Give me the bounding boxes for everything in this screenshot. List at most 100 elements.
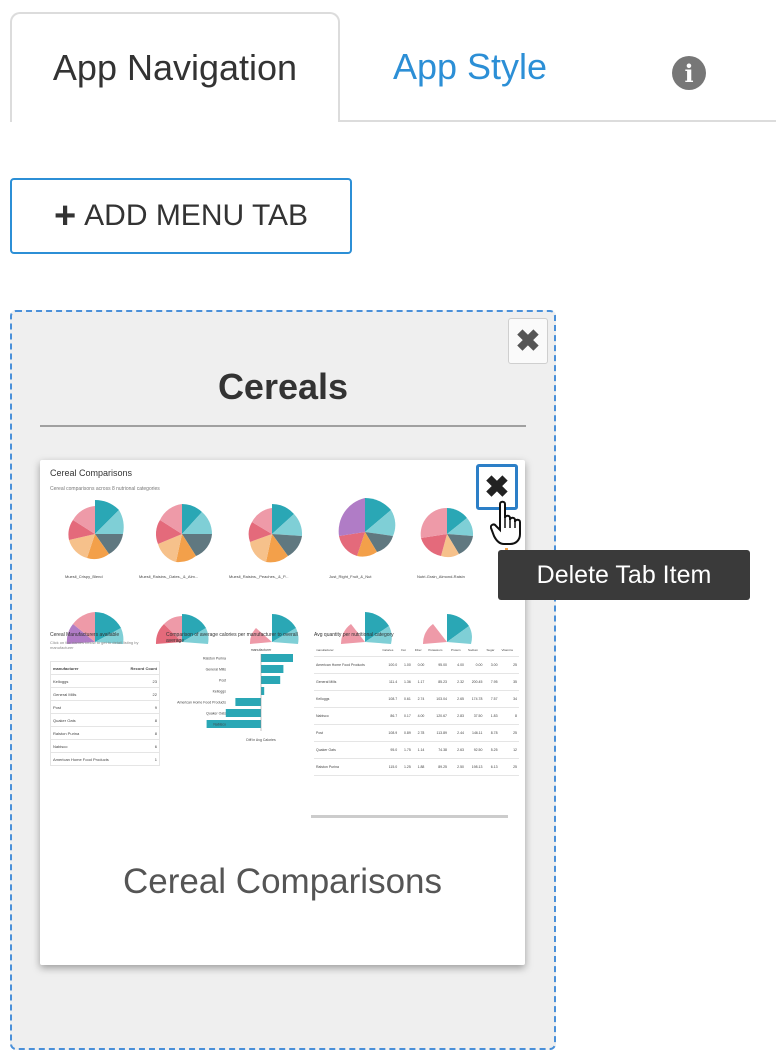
tab-app-navigation[interactable]: App Navigation [10,12,340,122]
table-cell: 6.13 [484,758,500,776]
table-cell: 2.65 [449,690,466,708]
table-row[interactable]: Post 9 [50,700,160,714]
avg-nutrition-table: manufacturer Calories Fat Fiber Potassium Pro… [314,644,519,776]
bar-label: Kelloggs [213,690,227,694]
table-row: Post 108.9 0.89 2.78 113.89 2.44 146.11 8.78 25 [314,724,519,742]
table-header-cell: manufacturer [314,644,381,657]
table-cell: 146.11 [465,724,485,742]
table-row: American Home Food Products 100.0 1.00 0.00… [314,656,519,674]
table-cell: 8 [122,726,160,740]
table-cell: 174.78 [465,690,485,708]
table-cell: Kelloggs [50,674,123,688]
rose-label: Nutri-Grain_Almond-Raisin [417,574,465,579]
comparison-title: Comparison of average calories per manuf… [166,632,298,644]
table-cell: 8 [499,707,519,725]
manufacturers-title: Cereal Manufacturers available [50,632,120,638]
table-cell: 12 [499,741,519,759]
table-cell: 25 [499,724,519,742]
table-cell: 1.00 [399,656,413,674]
table-header-row: manufacturer Record Count [50,661,160,675]
table-cell: 1.83 [484,707,500,725]
rose-label: Just_Right_Fruit_&_Nut [329,574,372,579]
table-cell: Nabisco [314,707,381,725]
table-cell: 25 [499,758,519,776]
table-row[interactable]: American Home Food Products 1 [50,752,160,766]
table-cell: 22 [122,687,160,701]
bar-label: Nabisco [213,723,226,727]
delete-menu-tab-button[interactable]: ✖ [508,318,548,364]
tab-item-caption[interactable]: Cereal Comparisons [40,862,525,902]
menu-tab-title[interactable]: Cereals [40,366,526,408]
bar-label: Post [219,679,226,683]
rose-chart [248,504,303,563]
table-row[interactable]: Ralston Purina 8 [50,726,160,740]
table-cell: 1.17 [412,673,427,691]
thumbnail-subtitle: Cereal comparisons across 8 nutrional ca… [50,486,160,492]
table-cell: 2.44 [449,724,466,742]
table-header-cell: Record Count [122,661,160,675]
table-cell: 0.00 [412,656,427,674]
thumbnail-scrollbar [311,815,508,818]
table-header-cell: Sodium [465,644,485,657]
tab-app-style[interactable]: App Style [345,12,595,122]
table-cell: 3.00 [484,656,500,674]
table-cell: 23 [122,674,160,688]
table-cell: 198.13 [465,758,485,776]
table-cell: Post [50,700,123,714]
table-row: Nabisco 86.7 0.17 4.00 120.67 2.83 37.50 1.83 8 [314,707,519,725]
table-cell: 0.89 [399,724,413,742]
rose-chart [68,500,124,560]
table-cell: American Home Food Products [50,752,123,766]
table-row[interactable]: General Mills 22 [50,687,160,701]
add-menu-tab-label: ADD MENU TAB [84,199,309,232]
table-header-cell: Sugar [484,644,500,657]
table-cell: Ralston Purina [50,726,123,740]
table-row: Kelloggs 108.7 0.61 2.74 103.04 2.65 174.78 7.5… [314,690,519,708]
table-cell: 5.25 [484,741,500,759]
table-cell: 111.4 [380,673,400,691]
bar-label: General Mills [206,668,227,672]
table-cell: 86.7 [380,707,400,725]
bar [261,676,281,684]
comparison-bar-chart: manufacturer Ralston Purina General Mills P… [177,648,293,742]
info-circle-icon[interactable]: i [672,56,706,90]
table-cell: 7.95 [484,673,500,691]
table-cell: 2.74 [412,690,427,708]
bar [261,687,265,695]
table-row[interactable]: Nabisco 6 [50,739,160,753]
table-cell: 108.7 [380,690,400,708]
table-cell: 95.00 [426,656,449,674]
table-cell: 2.78 [412,724,427,742]
table-cell: 95.0 [380,741,400,759]
rose-chart [340,612,392,644]
table-row[interactable]: Quaker Oats 8 [50,713,160,727]
table-cell: 108.9 [380,724,400,742]
table-header-cell: Fat [399,644,413,657]
table-cell: 9 [122,700,160,714]
table-cell: 85.23 [426,673,449,691]
table-header-cell: manufacturer [50,661,123,675]
add-menu-tab-button[interactable]: + ADD MENU TAB [10,178,352,254]
bar-label: Quaker Oats [206,712,226,716]
table-cell: 89.25 [426,758,449,776]
tab-item-thumbnail: Cereal Comparisons Cereal comparisons ac… [47,466,519,826]
rose-label: Muesli_Raisins,_Peaches,_&_P... [229,574,289,579]
rose-label: Muesli_Crispy_Blend [65,574,103,579]
table-cell: 37.50 [465,707,485,725]
table-cell: 2.50 [449,758,466,776]
table-cell: 2.83 [449,707,466,725]
table-cell: 74.38 [426,741,449,759]
table-cell: 8 [122,713,160,727]
table-cell: 1.88 [412,758,427,776]
table-cell: 100.0 [380,656,400,674]
table-cell: 34 [499,690,519,708]
table-cell: 103.04 [426,690,449,708]
table-cell: American Home Food Products [314,656,381,674]
table-row[interactable]: Kelloggs 23 [50,674,160,688]
table-row: General Mills 111.4 1.36 1.17 85.23 2.32 200.4… [314,673,519,691]
table-cell: Kelloggs [314,690,381,708]
table-cell: 6 [122,739,160,753]
table-cell: 1.25 [399,758,413,776]
table-cell: 35 [499,673,519,691]
table-cell: 4.00 [449,656,466,674]
